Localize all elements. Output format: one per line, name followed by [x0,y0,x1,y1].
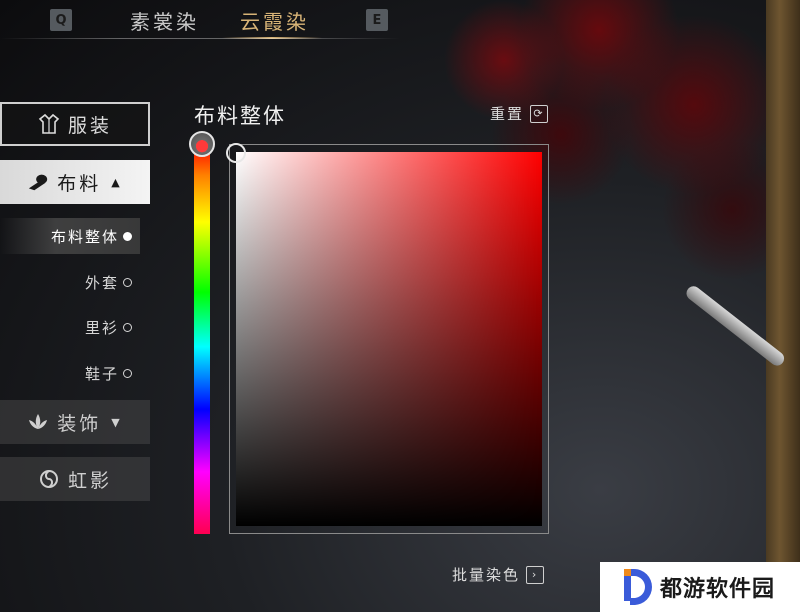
category-rainbow-shadow[interactable]: 虹影 [0,457,150,501]
tab-cloud-dye[interactable]: 云霞染 [240,6,309,35]
tab-plain-dye[interactable]: 素裳染 [130,6,199,35]
unselected-dot-icon [123,368,132,378]
unselected-dot-icon [123,322,132,332]
reset-label: 重置 [490,105,525,123]
panel-title: 布料整体 [194,104,286,128]
sub-item-coat[interactable]: 外套 [0,264,140,300]
watermark-logo-icon [624,569,652,605]
batch-dye-button[interactable]: 批量染色 › [452,564,545,585]
fabric-roll-icon [27,171,49,193]
e-key-hint[interactable]: E [366,9,388,31]
category-label: 虹影 [67,469,112,492]
category-label: 服装 [67,114,112,137]
category-decoration[interactable]: 装饰 ▼ [0,400,150,444]
site-watermark: 都游软件园 [600,562,800,612]
dye-mode-tabs: Q 素裳染 云霞染 E [0,0,400,40]
refresh-icon: ⟳ [530,104,549,123]
caret-up-icon: ▲ [111,175,123,189]
tab-divider [0,38,400,39]
hue-slider[interactable] [194,144,210,534]
reset-button[interactable]: 重置 ⟳ [490,103,549,124]
sub-item-shoes[interactable]: 鞋子 [0,355,140,391]
caret-down-icon: ▼ [111,415,123,429]
unselected-dot-icon [123,277,132,287]
color-picker-handle[interactable] [226,143,246,163]
saturation-brightness-picker[interactable] [236,152,542,526]
q-key-hint[interactable]: Q [50,9,72,31]
category-fabric[interactable]: 布料 ▲ [0,160,150,204]
chevron-right-icon: › [526,565,545,584]
category-label: 装饰 [57,412,102,435]
watermark-text: 都游软件园 [660,577,776,602]
sub-item-inner-shirt[interactable]: 里衫 [0,309,140,345]
sub-item-label: 布料整体 [50,227,119,246]
wooden-pillar [766,0,800,570]
sub-item-label: 里衫 [84,318,119,337]
category-clothing[interactable]: 服装 [0,102,150,146]
selected-dot-icon [123,231,132,241]
robe-icon [38,113,60,135]
metal-pole [683,283,787,369]
sub-item-label: 外套 [84,273,119,292]
category-label: 布料 [57,172,102,195]
hue-slider-handle[interactable] [189,131,215,157]
lotus-icon [27,411,49,433]
batch-dye-label: 批量染色 [452,566,521,584]
swirl-icon [38,468,60,490]
sub-item-fabric-whole[interactable]: 布料整体 [0,218,140,254]
sub-item-label: 鞋子 [84,364,119,383]
